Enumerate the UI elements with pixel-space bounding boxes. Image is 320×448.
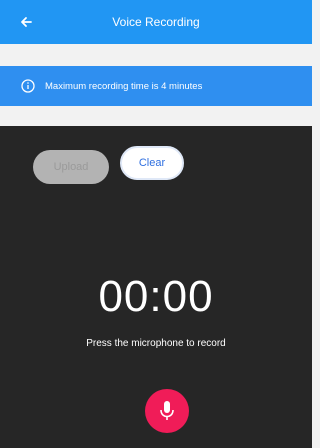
record-button[interactable] (145, 389, 189, 433)
spacer-top (0, 44, 312, 66)
record-hint: Press the microphone to record (86, 338, 226, 349)
app-bar: Voice Recording (0, 0, 312, 44)
info-icon (21, 79, 35, 93)
back-button[interactable] (14, 10, 38, 34)
clear-button[interactable]: Clear (120, 146, 184, 180)
page-title: Voice Recording (112, 15, 200, 29)
info-banner: Maximum recording time is 4 minutes (0, 66, 312, 106)
spacer-bottom (0, 106, 312, 126)
microphone-icon (160, 401, 174, 420)
upload-button[interactable]: Upload (33, 150, 109, 184)
banner-message: Maximum recording time is 4 minutes (45, 80, 203, 92)
arrow-left-icon (21, 17, 32, 27)
timer-display: 00:00 (98, 272, 214, 321)
